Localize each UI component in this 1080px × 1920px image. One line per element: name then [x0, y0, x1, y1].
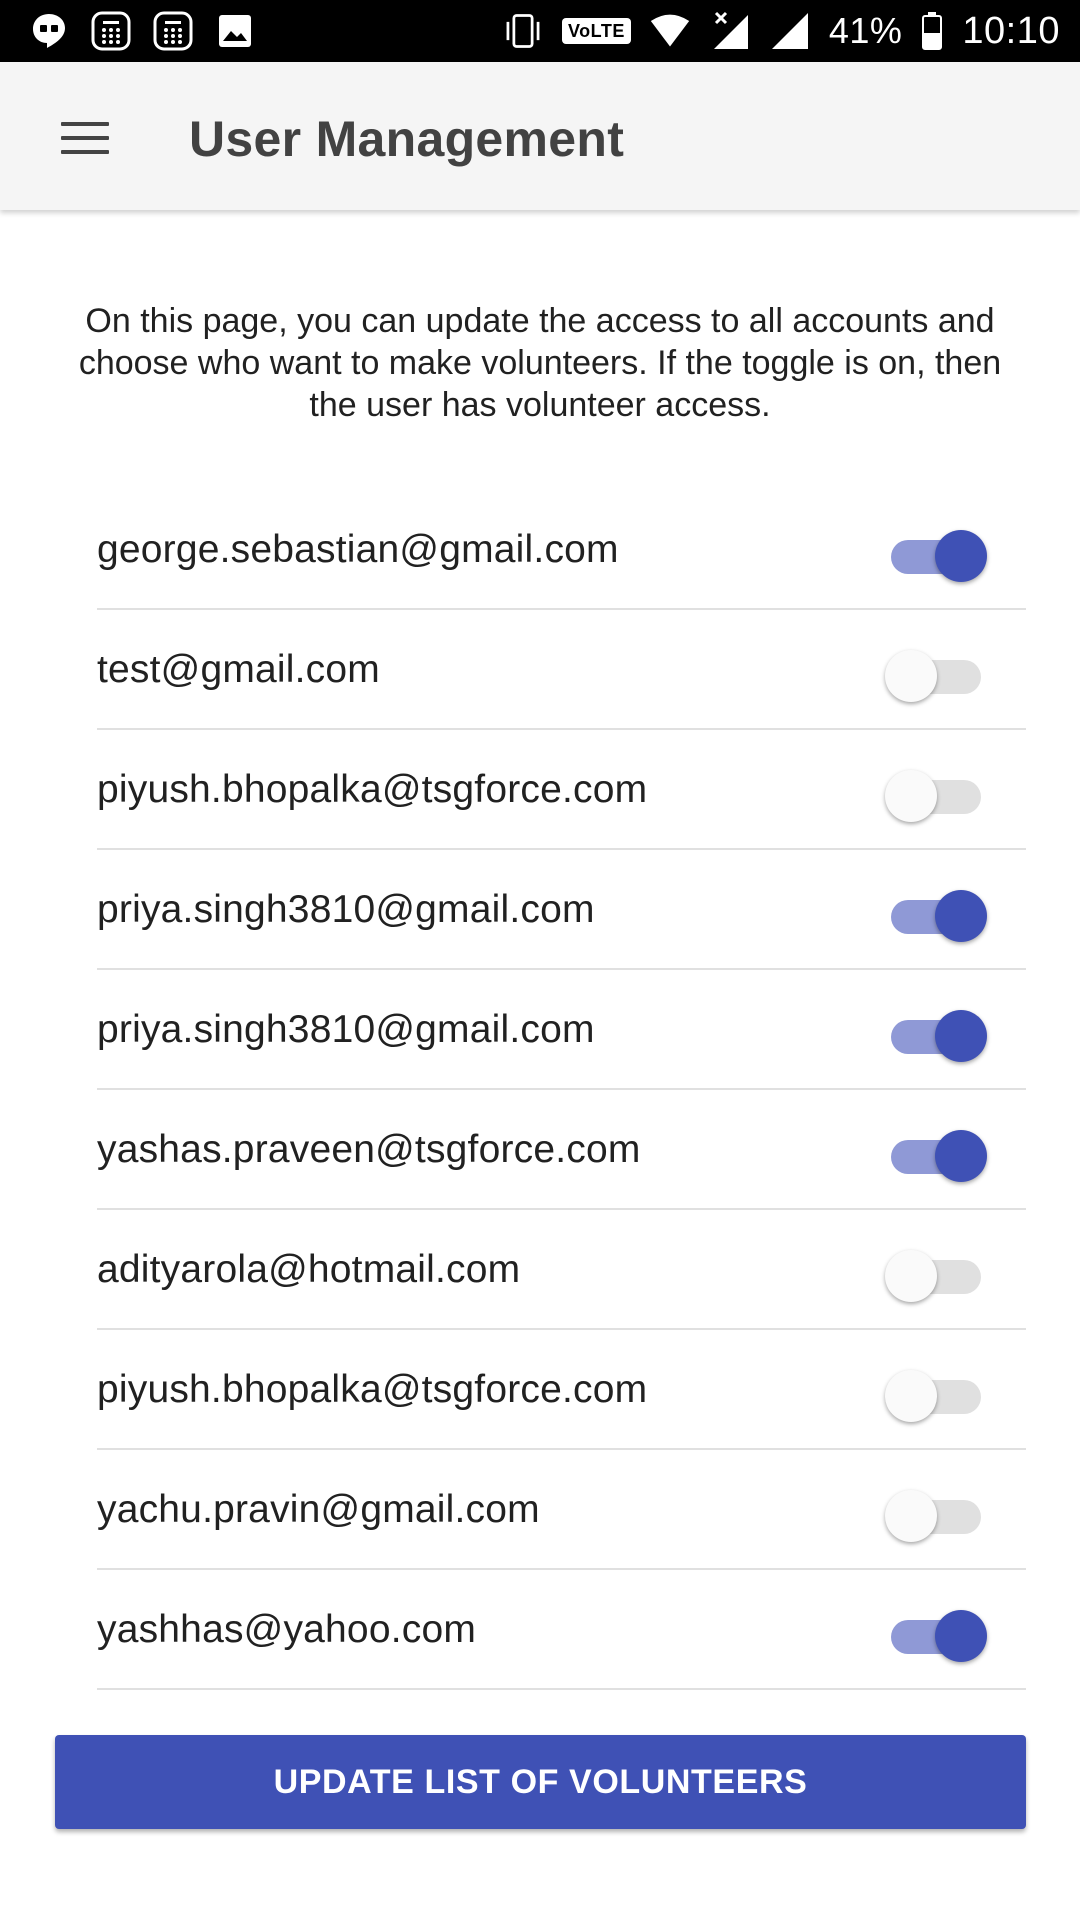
- battery-percent: 41%: [828, 10, 903, 51]
- vibrate-icon: [502, 10, 544, 52]
- user-email: test@gmail.com: [97, 648, 380, 691]
- toggle-thumb: [935, 1010, 987, 1062]
- volunteer-toggle[interactable]: [889, 530, 987, 582]
- app-bar: User Management: [0, 62, 1080, 210]
- user-email: priya.singh3810@gmail.com: [97, 888, 595, 931]
- user-row: yashhas@yahoo.com: [97, 1570, 1026, 1690]
- volunteer-toggle[interactable]: [885, 650, 983, 702]
- update-volunteers-button[interactable]: UPDATE LIST OF VOLUNTEERS: [55, 1735, 1026, 1829]
- page-title: User Management: [189, 111, 625, 167]
- user-email: piyush.bhopalka@tsgforce.com: [97, 1368, 648, 1411]
- volunteer-toggle[interactable]: [889, 890, 987, 942]
- notification-icons: [28, 10, 256, 52]
- toggle-thumb: [935, 530, 987, 582]
- toggle-thumb: [885, 1250, 937, 1302]
- clock: 10:10: [962, 9, 1060, 52]
- user-row: george.sebastian@gmail.com: [97, 490, 1026, 610]
- toggle-thumb: [935, 1130, 987, 1182]
- hamburger-menu-icon: [61, 122, 109, 154]
- user-row: test@gmail.com: [97, 610, 1026, 730]
- toggle-thumb: [885, 770, 937, 822]
- toggle-thumb: [885, 650, 937, 702]
- hangouts-icon: [28, 10, 70, 52]
- user-email: priya.singh3810@gmail.com: [97, 1008, 595, 1051]
- volunteer-toggle[interactable]: [885, 1490, 983, 1542]
- user-email: yachu.pravin@gmail.com: [97, 1488, 540, 1531]
- status-bar: VoLTE 41% 10:10: [0, 0, 1080, 62]
- volunteer-toggle[interactable]: [885, 1370, 983, 1422]
- user-row: priya.singh3810@gmail.com: [97, 970, 1026, 1090]
- user-row: yachu.pravin@gmail.com: [97, 1450, 1026, 1570]
- volunteer-toggle[interactable]: [889, 1130, 987, 1182]
- toggle-thumb: [885, 1370, 937, 1422]
- image-icon: [214, 10, 256, 52]
- signal-no-data-icon: [709, 10, 751, 52]
- toggle-thumb: [935, 1610, 987, 1662]
- user-email: adityarola@hotmail.com: [97, 1248, 521, 1291]
- volunteer-toggle[interactable]: [889, 1010, 987, 1062]
- battery-icon: [920, 10, 944, 52]
- user-row: piyush.bhopalka@tsgforce.com: [97, 1330, 1026, 1450]
- wifi-icon: [649, 10, 691, 52]
- toggle-thumb: [935, 890, 987, 942]
- user-email: yashhas@yahoo.com: [97, 1608, 477, 1651]
- user-email: george.sebastian@gmail.com: [97, 528, 619, 571]
- status-indicators: VoLTE 41% 10:10: [502, 0, 1060, 62]
- user-row: priya.singh3810@gmail.com: [97, 850, 1026, 970]
- signal-icon: [769, 10, 811, 52]
- volunteer-toggle[interactable]: [889, 1610, 987, 1662]
- calculator-icon: [90, 10, 132, 52]
- volunteer-toggle[interactable]: [885, 1250, 983, 1302]
- toggle-thumb: [885, 1490, 937, 1542]
- user-row: adityarola@hotmail.com: [97, 1210, 1026, 1330]
- user-row: yashas.praveen@tsgforce.com: [97, 1090, 1026, 1210]
- volunteer-toggle[interactable]: [885, 770, 983, 822]
- user-email: piyush.bhopalka@tsgforce.com: [97, 768, 648, 811]
- user-row: piyush.bhopalka@tsgforce.com: [97, 730, 1026, 850]
- screen: VoLTE 41% 10:10 User Management On this …: [0, 0, 1080, 1920]
- user-list: george.sebastian@gmail.com test@gmail.com…: [97, 490, 1026, 1690]
- page-description: On this page, you can update the access …: [78, 302, 1002, 424]
- volte-badge: VoLTE: [562, 18, 631, 44]
- menu-button[interactable]: [44, 108, 126, 168]
- user-email: yashas.praveen@tsgforce.com: [97, 1128, 641, 1171]
- calculator-icon: [152, 10, 194, 52]
